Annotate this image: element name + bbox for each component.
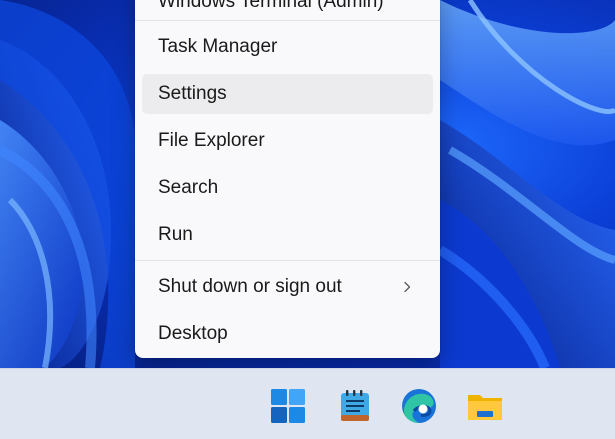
menu-item-label: Shut down or sign out [158, 276, 342, 297]
win-x-context-menu: Windows Terminal (Admin) Task Manager Se… [135, 0, 440, 358]
menu-item-windows-terminal-admin[interactable]: Windows Terminal (Admin) [142, 0, 433, 22]
edge-icon[interactable] [400, 387, 438, 425]
menu-item-shut-down-or-sign-out[interactable]: Shut down or sign out [142, 267, 433, 307]
menu-item-label: Search [158, 177, 219, 198]
menu-item-label: Task Manager [158, 36, 278, 57]
menu-item-settings[interactable]: Settings [142, 74, 433, 114]
menu-item-label: File Explorer [158, 130, 265, 151]
menu-item-label: Desktop [158, 323, 228, 344]
chevron-right-icon [404, 281, 411, 293]
notepad-icon[interactable] [336, 387, 374, 425]
menu-item-run[interactable]: Run [142, 215, 433, 255]
menu-separator [135, 260, 440, 261]
menu-item-desktop[interactable]: Desktop [142, 314, 433, 354]
file-explorer-icon[interactable] [466, 387, 504, 425]
menu-item-label: Run [158, 224, 193, 245]
menu-item-file-explorer[interactable]: File Explorer [142, 121, 433, 161]
taskbar [0, 368, 615, 439]
menu-item-task-manager[interactable]: Task Manager [142, 27, 433, 67]
menu-item-search[interactable]: Search [142, 168, 433, 208]
menu-item-label: Settings [158, 83, 227, 104]
menu-separator [135, 20, 440, 21]
menu-item-label: Windows Terminal (Admin) [158, 0, 384, 12]
windows-start-icon[interactable] [269, 387, 307, 425]
